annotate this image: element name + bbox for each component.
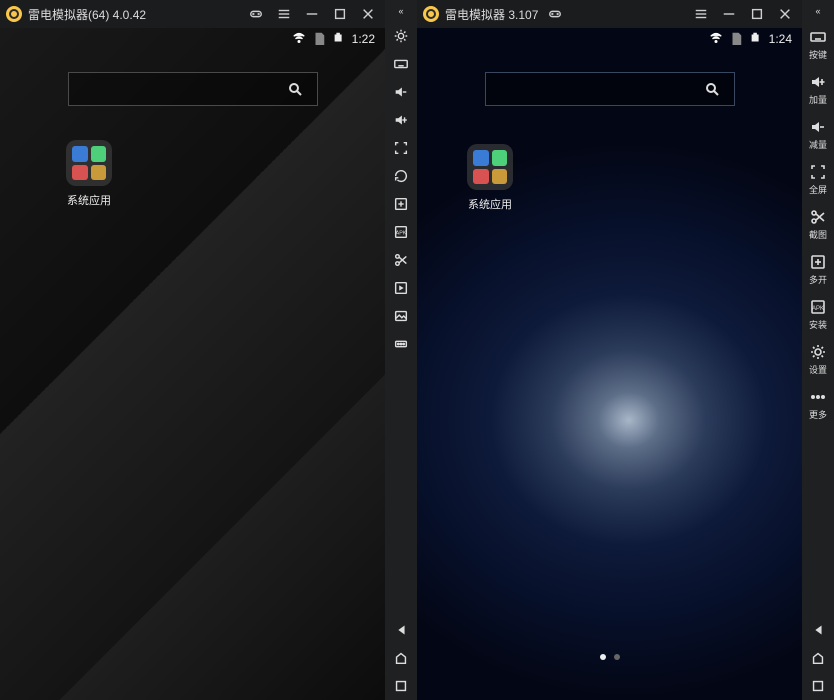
menu-icon[interactable] xyxy=(690,3,712,25)
screenshot-button[interactable]: 截图 xyxy=(804,208,832,241)
play-icon[interactable] xyxy=(387,280,415,296)
wifi-icon xyxy=(709,31,723,48)
collapse-button[interactable]: « xyxy=(387,6,415,16)
screen-right: 雷电模拟器 3.107 1:24 系统应用 xyxy=(417,0,802,700)
maximize-button[interactable] xyxy=(329,3,351,25)
window-title: 雷电模拟器(64) 4.0.42 xyxy=(28,6,146,23)
install-button[interactable]: 安装 xyxy=(804,298,832,331)
picture-icon[interactable] xyxy=(387,308,415,324)
folder-label: 系统应用 xyxy=(457,196,523,212)
close-button[interactable] xyxy=(774,3,796,25)
gamepad-icon[interactable] xyxy=(544,3,566,25)
status-time: 1:22 xyxy=(352,32,375,46)
settings-button[interactable]: 设置 xyxy=(804,343,832,376)
apk-icon[interactable] xyxy=(387,224,415,240)
titlebar-right: 雷电模拟器 3.107 xyxy=(417,0,802,28)
page-indicator xyxy=(417,654,802,660)
keyboard-icon[interactable] xyxy=(387,56,415,72)
page-dot xyxy=(600,654,606,660)
fullscreen-icon[interactable] xyxy=(387,140,415,156)
maximize-button[interactable] xyxy=(746,3,768,25)
back-icon[interactable] xyxy=(804,622,832,638)
recent-icon[interactable] xyxy=(804,678,832,694)
home-icon[interactable] xyxy=(804,650,832,666)
volume-up-button[interactable]: 加量 xyxy=(804,73,832,106)
app-folder[interactable]: 系统应用 xyxy=(56,140,122,208)
search-input[interactable] xyxy=(68,72,318,106)
close-button[interactable] xyxy=(357,3,379,25)
menu-icon[interactable] xyxy=(273,3,295,25)
search-icon xyxy=(704,81,720,97)
home-icon[interactable] xyxy=(387,650,415,666)
sidebar-right: « 按键 加量 减量 全屏 截图 多开 安装 设置 更多 xyxy=(802,0,834,700)
app-folder[interactable]: 系统应用 xyxy=(457,144,523,212)
collapse-button[interactable]: « xyxy=(804,6,832,16)
sim-icon xyxy=(729,31,743,48)
volume-up-icon[interactable] xyxy=(387,112,415,128)
wifi-icon xyxy=(292,31,306,48)
battery-icon xyxy=(332,31,346,48)
minimize-button[interactable] xyxy=(718,3,740,25)
back-icon[interactable] xyxy=(387,622,415,638)
titlebar-left: 雷电模拟器(64) 4.0.42 xyxy=(0,0,385,28)
volume-down-icon[interactable] xyxy=(387,84,415,100)
gamepad-icon[interactable] xyxy=(245,3,267,25)
search-icon xyxy=(287,81,303,97)
app-logo-icon xyxy=(423,6,439,22)
sidebar-left: « xyxy=(385,0,417,700)
page-dot xyxy=(614,654,620,660)
volume-down-button[interactable]: 减量 xyxy=(804,118,832,151)
sim-icon xyxy=(312,31,326,48)
recent-icon[interactable] xyxy=(387,678,415,694)
folder-label: 系统应用 xyxy=(56,192,122,208)
search-input[interactable] xyxy=(485,72,735,106)
status-time: 1:24 xyxy=(769,32,792,46)
multi-instance-button[interactable]: 多开 xyxy=(804,253,832,286)
screen-left: 雷电模拟器(64) 4.0.42 1:22 系统应用 xyxy=(0,0,385,700)
fullscreen-button[interactable]: 全屏 xyxy=(804,163,832,196)
add-icon[interactable] xyxy=(387,196,415,212)
folder-icon xyxy=(66,140,112,186)
scissors-icon[interactable] xyxy=(387,252,415,268)
emulator-left: 雷电模拟器(64) 4.0.42 1:22 系统应用 « xyxy=(0,0,417,700)
app-logo-icon xyxy=(6,6,22,22)
more-icon[interactable] xyxy=(387,336,415,352)
minimize-button[interactable] xyxy=(301,3,323,25)
more-button[interactable]: 更多 xyxy=(804,388,832,421)
android-statusbar-right: 1:24 xyxy=(699,28,802,50)
rotate-icon[interactable] xyxy=(387,168,415,184)
android-statusbar-left: 1:22 xyxy=(282,28,385,50)
emulator-right: 雷电模拟器 3.107 1:24 系统应用 « 按键 加量 xyxy=(417,0,834,700)
folder-icon xyxy=(467,144,513,190)
battery-icon xyxy=(749,31,763,48)
window-title: 雷电模拟器 3.107 xyxy=(445,6,538,23)
keymap-button[interactable]: 按键 xyxy=(804,28,832,61)
settings-icon[interactable] xyxy=(387,28,415,44)
